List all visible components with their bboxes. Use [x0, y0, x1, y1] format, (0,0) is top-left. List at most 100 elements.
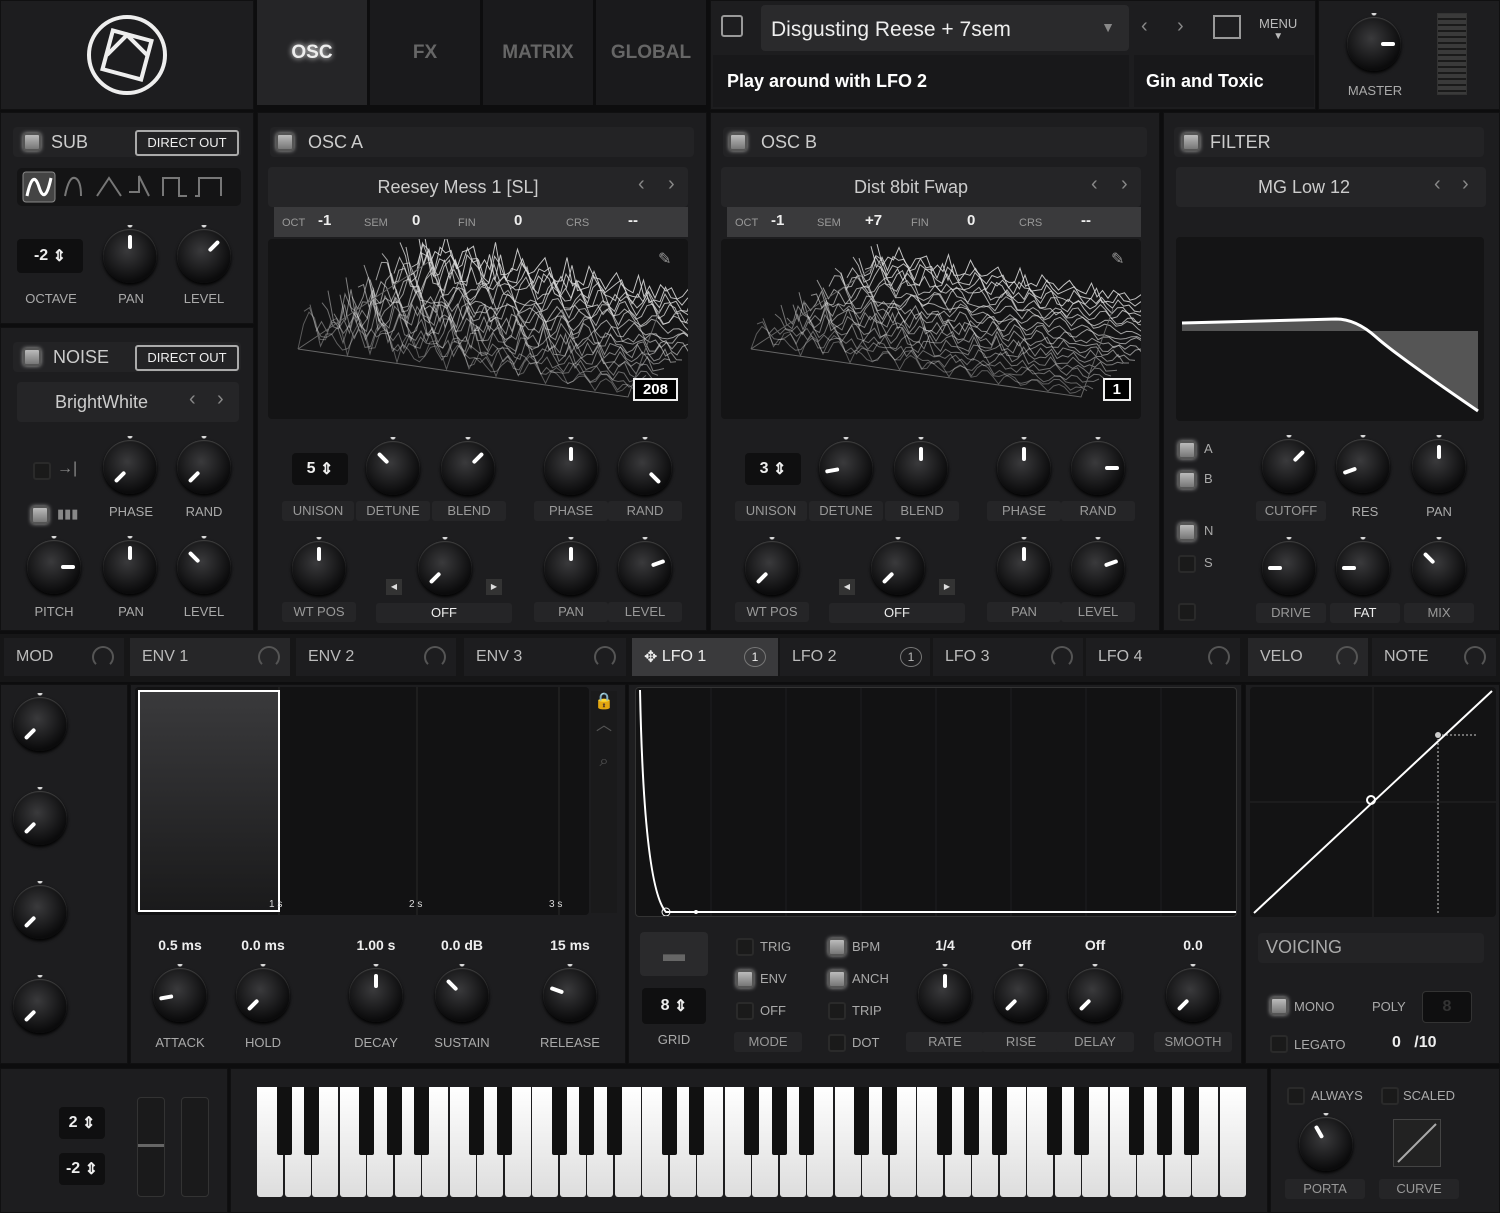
envelope-zoom-bar[interactable]: 🔒 ︿ ⌕: [591, 691, 617, 913]
black-key[interactable]: [1156, 1087, 1172, 1155]
lfo-rise-knob[interactable]: [990, 964, 1052, 1026]
lfo-smooth-knob[interactable]: [1162, 964, 1224, 1026]
sub-direct-out-button[interactable]: DIRECT OUT: [135, 130, 239, 156]
scaled-toggle[interactable]: [1381, 1087, 1399, 1105]
filter-route-n-toggle[interactable]: [1178, 523, 1196, 541]
lfo-grid-stepper[interactable]: 8 ⇕: [642, 988, 706, 1024]
white-key[interactable]: [1219, 1087, 1246, 1197]
osc-b-crs-value[interactable]: --: [1081, 212, 1091, 229]
osc-a-wavetable-selector[interactable]: Reesey Mess 1 [SL] ‹ ›: [268, 167, 688, 207]
piano-keyboard[interactable]: [257, 1087, 1247, 1197]
macro-4-knob[interactable]: [9, 975, 71, 1037]
poly-voices-stepper[interactable]: 8: [1422, 991, 1472, 1023]
osc-a-oct-value[interactable]: -1: [318, 212, 331, 229]
filter-res-knob[interactable]: [1332, 435, 1394, 497]
env-release-knob[interactable]: [539, 964, 601, 1026]
osc-b-blend-knob[interactable]: [890, 437, 952, 499]
edit-pencil-icon[interactable]: ✎: [658, 249, 671, 269]
lfo-graph[interactable]: [635, 687, 1237, 917]
osc-a-crs-value[interactable]: --: [628, 212, 638, 229]
tab-lfo1[interactable]: ✥ LFO 1 1: [632, 638, 778, 676]
osc-b-fin-value[interactable]: 0: [967, 212, 975, 229]
envelope-graph[interactable]: 1 s 2 s 3 s: [135, 687, 589, 915]
osc-b-oct-value[interactable]: -1: [771, 212, 784, 229]
tab-mod[interactable]: MOD: [4, 638, 124, 676]
osc-a-wt-pos-knob[interactable]: [288, 537, 350, 599]
osc-b-warp-mode[interactable]: OFF: [829, 603, 965, 623]
black-key[interactable]: [606, 1087, 622, 1155]
osc-a-phase-knob[interactable]: [540, 437, 602, 499]
osc-b-pan-knob[interactable]: [993, 537, 1055, 599]
noise-oneshot-toggle[interactable]: [33, 462, 51, 480]
black-key[interactable]: [414, 1087, 429, 1155]
noise-pitch-knob[interactable]: [23, 536, 85, 598]
env-decay-knob[interactable]: [345, 964, 407, 1026]
always-toggle[interactable]: [1287, 1087, 1305, 1105]
sub-waveform-selector[interactable]: [17, 168, 241, 206]
osc-a-next-wavetable[interactable]: ›: [668, 173, 675, 196]
noise-enable-toggle[interactable]: [23, 348, 41, 366]
tab-env1[interactable]: ENV 1: [130, 638, 290, 676]
env-hold-knob[interactable]: [232, 964, 294, 1026]
env-attack-knob[interactable]: [149, 964, 211, 1026]
tab-global[interactable]: GLOBAL: [596, 0, 706, 105]
osc-a-fin-value[interactable]: 0: [514, 212, 522, 229]
env-sustain-knob[interactable]: [431, 964, 493, 1026]
black-key[interactable]: [854, 1087, 869, 1155]
noise-phase-knob[interactable]: [99, 436, 161, 498]
black-key[interactable]: [991, 1087, 1007, 1155]
noise-rand-knob[interactable]: [173, 436, 235, 498]
black-key[interactable]: [579, 1087, 594, 1155]
sub-level-knob[interactable]: [173, 225, 235, 287]
tab-env2[interactable]: ENV 2: [296, 638, 456, 676]
black-key[interactable]: [661, 1087, 677, 1155]
lfo-rate-knob[interactable]: [914, 964, 976, 1026]
osc-a-pan-knob[interactable]: [540, 537, 602, 599]
black-key[interactable]: [551, 1087, 567, 1155]
black-key[interactable]: [469, 1087, 484, 1155]
noise-level-knob[interactable]: [173, 536, 235, 598]
osc-a-warp-prev[interactable]: ◀: [386, 579, 402, 595]
master-volume-knob[interactable]: [1343, 13, 1405, 75]
filter-enable-toggle[interactable]: [1182, 133, 1200, 151]
filter-type-selector[interactable]: MG Low 12 ‹ ›: [1176, 167, 1486, 207]
next-filter-button[interactable]: ›: [1462, 173, 1469, 196]
osc-a-warp-mode[interactable]: OFF: [376, 603, 512, 623]
black-key[interactable]: [1129, 1087, 1144, 1155]
sub-pan-knob[interactable]: [99, 225, 161, 287]
pitch-wheel[interactable]: [137, 1097, 165, 1197]
osc-a-level-knob[interactable]: [614, 537, 676, 599]
noise-direct-out-button[interactable]: DIRECT OUT: [135, 345, 239, 371]
black-key[interactable]: [1074, 1087, 1089, 1155]
osc-b-warp-next[interactable]: ▶: [939, 579, 955, 595]
tab-lfo3[interactable]: LFO 3: [933, 638, 1083, 676]
porta-knob[interactable]: [1295, 1113, 1357, 1175]
noise-sample-selector[interactable]: BrightWhite ‹ ›: [17, 382, 239, 422]
filter-response-display[interactable]: [1176, 237, 1484, 421]
filter-drive-knob[interactable]: [1258, 537, 1320, 599]
lfo-mode-env-toggle[interactable]: [736, 970, 754, 988]
osc-a-warp-knob[interactable]: [414, 537, 476, 599]
browser-icon[interactable]: [1213, 15, 1241, 39]
prev-preset-button[interactable]: ‹: [1141, 15, 1148, 38]
osc-b-wavetable-selector[interactable]: Dist 8bit Fwap ‹ ›: [721, 167, 1141, 207]
velocity-curve-graph[interactable]: [1250, 687, 1496, 917]
mod-wheel[interactable]: [181, 1097, 209, 1197]
osc-b-prev-wavetable[interactable]: ‹: [1091, 173, 1098, 196]
legato-toggle[interactable]: [1270, 1035, 1288, 1053]
osc-b-warp-prev[interactable]: ◀: [839, 579, 855, 595]
osc-b-warp-knob[interactable]: [867, 537, 929, 599]
macro-1-knob[interactable]: [9, 693, 71, 755]
tab-lfo4[interactable]: LFO 4: [1086, 638, 1240, 676]
preset-name-dropdown[interactable]: Disgusting Reese + 7sem ▼: [761, 5, 1129, 51]
osc-b-rand-knob[interactable]: [1067, 437, 1129, 499]
black-key[interactable]: [1184, 1087, 1199, 1155]
lfo-bpm-toggle[interactable]: [828, 938, 846, 956]
filter-mix-knob[interactable]: [1408, 537, 1470, 599]
lfo-delay-knob[interactable]: [1064, 964, 1126, 1026]
noise-keytrack-toggle[interactable]: [31, 506, 49, 524]
black-key[interactable]: [744, 1087, 759, 1155]
filter-fat-knob[interactable]: [1332, 537, 1394, 599]
bend-up-stepper[interactable]: 2 ⇕: [59, 1107, 105, 1139]
black-key[interactable]: [936, 1087, 952, 1155]
